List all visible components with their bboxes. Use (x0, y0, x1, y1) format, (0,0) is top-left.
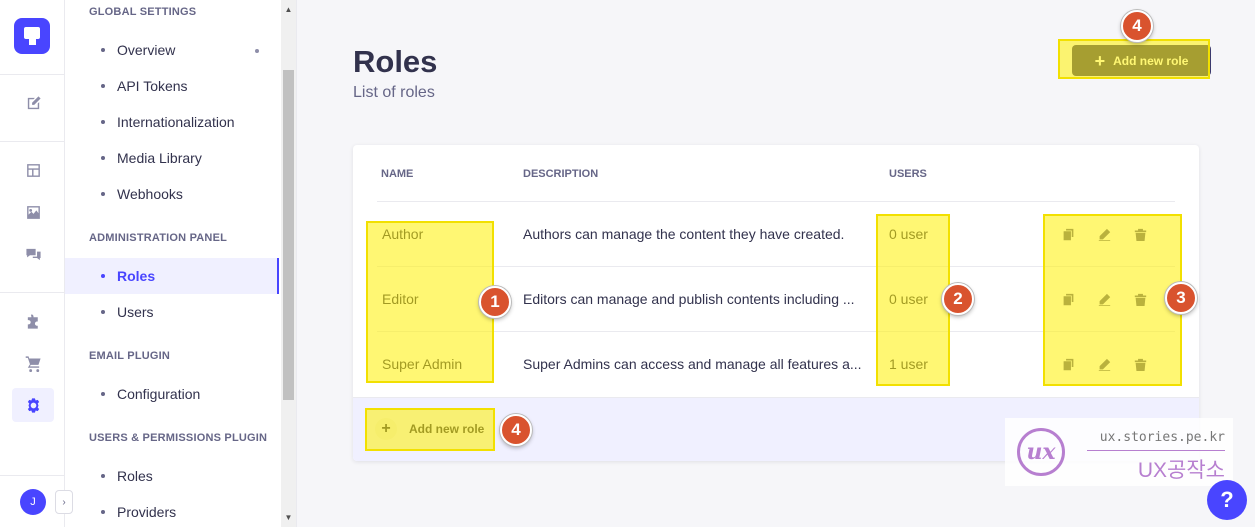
settings-sub-nav: GLOBAL SETTINGS Overview API Tokens Inte… (65, 0, 297, 527)
page-subtitle: List of roles (353, 84, 435, 101)
nav-item-providers[interactable]: Providers (65, 494, 279, 527)
divider (0, 141, 64, 142)
nav-item-roles[interactable]: Roles (65, 258, 279, 294)
delete-icon[interactable] (1132, 291, 1148, 307)
content-manager-icon[interactable] (23, 93, 43, 113)
annotation-badge: 4 (500, 414, 532, 446)
duplicate-icon[interactable] (1060, 226, 1076, 242)
delete-icon[interactable] (1132, 356, 1148, 372)
divider (0, 475, 64, 476)
nav-item-users[interactable]: Users (65, 294, 279, 330)
annotation-badge: 1 (479, 286, 511, 318)
section-title-users-permissions-plugin: USERS & PERMISSIONS PLUGIN (89, 432, 268, 444)
role-name: Super Admin (382, 356, 463, 372)
bullet-icon (101, 156, 105, 160)
bullet-icon (101, 120, 105, 124)
bullet-icon (101, 510, 105, 514)
plugins-icon[interactable] (23, 311, 43, 331)
bullet-icon (101, 310, 105, 314)
sub-nav-scrollbar[interactable]: ▲ ▼ (281, 0, 296, 527)
add-new-role-button[interactable]: + Add new role (1072, 45, 1211, 76)
new-indicator-icon (255, 49, 259, 53)
nav-item-configuration[interactable]: Configuration (65, 376, 279, 412)
column-header-description: DESCRIPTION (523, 168, 599, 180)
comments-icon[interactable] (23, 244, 43, 264)
bullet-icon (101, 274, 105, 278)
nav-item-internationalization[interactable]: Internationalization (65, 104, 279, 140)
watermark-name: UX공작소 (1137, 459, 1225, 482)
nav-item-label: Webhooks (117, 186, 183, 202)
edit-icon[interactable] (1096, 356, 1112, 372)
annotation-badge: 4 (1121, 10, 1153, 42)
role-users-count: 0 user (889, 291, 928, 307)
nav-item-media-library[interactable]: Media Library (65, 140, 279, 176)
section-title-global-settings: GLOBAL SETTINGS (89, 6, 197, 18)
scrollbar-thumb[interactable] (283, 70, 294, 400)
watermark-logo: ux (1017, 428, 1065, 476)
page-title: Roles (353, 44, 438, 79)
bullet-icon (101, 392, 105, 396)
divider (1087, 450, 1225, 451)
duplicate-icon[interactable] (1060, 356, 1076, 372)
nav-item-api-tokens[interactable]: API Tokens (65, 68, 279, 104)
main-nav-rail: J (0, 0, 65, 527)
nav-item-label: Roles (117, 468, 153, 484)
user-avatar[interactable]: J (20, 489, 46, 515)
divider (377, 331, 1175, 332)
role-description: Super Admins can access and manage all f… (523, 356, 862, 372)
scroll-up-arrow-icon[interactable]: ▲ (284, 5, 293, 14)
bullet-icon (101, 192, 105, 196)
column-header-name: NAME (381, 168, 414, 180)
divider (377, 266, 1175, 267)
button-label: Add new role (409, 422, 485, 436)
content-type-builder-icon[interactable] (23, 160, 43, 180)
nav-item-label: Internationalization (117, 114, 235, 130)
role-users-count: 0 user (889, 226, 928, 242)
divider (0, 74, 64, 75)
nav-item-label: Users (117, 304, 154, 320)
annotation-badge: 2 (942, 283, 974, 315)
divider (377, 201, 1175, 202)
edit-icon[interactable] (1096, 226, 1112, 242)
nav-item-label: Overview (117, 42, 176, 58)
nav-item-up-roles[interactable]: Roles (65, 458, 279, 494)
logo-icon[interactable] (14, 18, 50, 54)
nav-item-overview[interactable]: Overview (65, 32, 279, 68)
section-title-email-plugin: EMAIL PLUGIN (89, 350, 171, 362)
annotation-badge: 3 (1165, 282, 1197, 314)
plus-icon: + (1094, 50, 1106, 71)
divider (0, 292, 64, 293)
collapse-nav-button[interactable]: › (55, 490, 73, 514)
nav-item-label: Providers (117, 504, 177, 520)
nav-item-label: Configuration (117, 386, 201, 402)
help-button[interactable]: ? (1207, 480, 1247, 520)
watermark-url: ux.stories.pe.kr (1099, 430, 1225, 445)
section-title-administration-panel: ADMINISTRATION PANEL (89, 232, 228, 244)
role-description: Editors can manage and publish contents … (523, 291, 855, 307)
duplicate-icon[interactable] (1060, 291, 1076, 307)
footer-add-new-role-button[interactable]: + Add new role (375, 418, 484, 440)
role-users-count: 1 user (889, 356, 928, 372)
role-name: Author (382, 226, 424, 242)
nav-item-label: Roles (117, 268, 156, 284)
watermark: ux ux.stories.pe.kr UX공작소 (1005, 418, 1233, 486)
settings-icon[interactable] (12, 388, 54, 422)
plus-icon: + (375, 418, 397, 440)
delete-icon[interactable] (1132, 226, 1148, 242)
scroll-down-arrow-icon[interactable]: ▼ (284, 513, 293, 522)
bullet-icon (101, 84, 105, 88)
nav-item-webhooks[interactable]: Webhooks (65, 176, 279, 212)
bullet-icon (101, 474, 105, 478)
role-name: Editor (382, 291, 419, 307)
role-description: Authors can manage the content they have… (523, 226, 845, 242)
column-header-users: USERS (889, 168, 927, 180)
nav-item-label: API Tokens (117, 78, 188, 94)
nav-item-label: Media Library (117, 150, 202, 166)
marketplace-icon[interactable] (23, 353, 43, 373)
media-library-icon[interactable] (23, 202, 43, 222)
bullet-icon (101, 48, 105, 52)
edit-icon[interactable] (1096, 291, 1112, 307)
button-label: Add new role (1113, 53, 1189, 68)
